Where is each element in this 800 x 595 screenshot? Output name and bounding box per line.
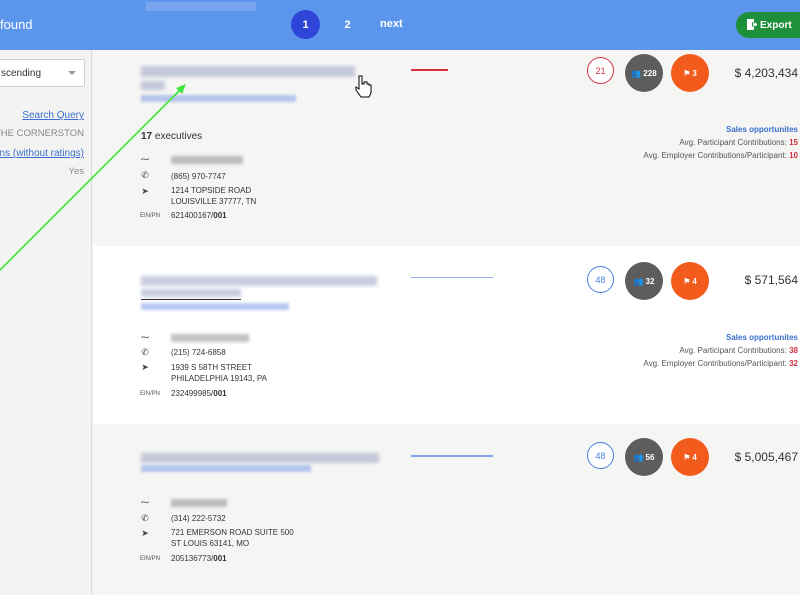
contact-name-redacted: [171, 156, 243, 164]
avg-participant-contributions: Avg. Participant Contributions: 38: [679, 346, 798, 355]
rating-bar: [411, 69, 448, 71]
results-found-label: found: [0, 17, 33, 32]
export-label: Export: [760, 19, 792, 31]
ein-value: 621400167/001: [171, 211, 227, 220]
contact-name-redacted: [171, 499, 227, 507]
avg-participant-contributions: Avg. Participant Contributions: 15: [679, 138, 798, 147]
sales-opportunities-title: Sales opportunites: [725, 125, 798, 134]
participants-badge[interactable]: 👥 32: [625, 262, 663, 300]
phone-number: (314) 222-5732: [171, 514, 226, 523]
company-card: ⁓ ✆ (215) 724-6858 ➤ 1939 S 58TH STREET …: [93, 246, 800, 424]
address-line-2: ST LOUIS 63141, MO: [171, 539, 250, 548]
company-name-redacted[interactable]: [141, 81, 165, 90]
plans-without-ratings-value: Yes: [68, 166, 85, 177]
flags-badge[interactable]: ⚑ 4: [671, 262, 709, 300]
sort-order-value: scending: [1, 68, 42, 79]
address-line-2: LOUISVILLE 37777, TN: [171, 197, 257, 206]
company-card: 17 executives ⁓ ✆ (865) 970-7747 ➤ 1214 …: [93, 50, 800, 246]
company-name-redacted[interactable]: [141, 453, 379, 463]
flags-badge[interactable]: ⚑ 4: [671, 438, 709, 476]
sales-opportunities-title: Sales opportunites: [725, 333, 798, 342]
pulse-icon: ⁓: [140, 154, 150, 164]
results-header: found 1 2 next Export: [0, 0, 800, 50]
phone-icon: ✆: [141, 170, 149, 180]
plan-assets-amount: $ 571,564: [744, 273, 798, 287]
ein-label: EIN/PN: [140, 213, 161, 219]
search-query-value: THE CORNERSTON: [0, 128, 84, 139]
location-arrow-icon: ➤: [141, 362, 149, 372]
address-line-1: 1214 TOPSIDE ROAD: [171, 186, 252, 195]
address-line-1: 1939 S 58TH STREET: [171, 363, 252, 372]
avg-employer-contributions: Avg. Employer Contributions/Participant:…: [643, 359, 798, 368]
company-subtitle-redacted: [141, 465, 311, 472]
ein-value: 232499985/001: [171, 389, 227, 398]
rating-score[interactable]: 48: [587, 442, 614, 469]
participants-badge[interactable]: 👥 228: [625, 54, 663, 92]
export-button[interactable]: Export: [736, 12, 800, 38]
chevron-down-icon: [68, 71, 76, 75]
redacted-text: [146, 2, 256, 11]
ein-label: EIN/PN: [140, 391, 161, 397]
phone-icon: ✆: [141, 347, 149, 357]
ein-value: 205136773/001: [171, 554, 227, 563]
location-arrow-icon: ➤: [141, 528, 149, 538]
phone-number: (865) 970-7747: [171, 172, 226, 181]
executives-count[interactable]: 17 executives: [141, 131, 202, 142]
pulse-icon: ⁓: [140, 332, 150, 342]
flag-icon: ⚑: [683, 276, 691, 286]
flag-icon: ⚑: [683, 68, 691, 78]
contact-name-redacted: [171, 334, 249, 342]
location-arrow-icon: ➤: [141, 186, 149, 196]
flag-icon: ⚑: [683, 452, 691, 462]
rating-bar: [411, 277, 493, 278]
users-icon: 👥: [633, 452, 644, 462]
address-line-1: 721 EMERSON ROAD SUITE 500: [171, 528, 294, 537]
search-query-link[interactable]: Search Query: [22, 110, 84, 121]
avg-employer-contributions: Avg. Employer Contributions/Participant:…: [643, 151, 798, 160]
rating-score[interactable]: 21: [587, 57, 614, 84]
company-name-redacted[interactable]: [141, 66, 355, 77]
page-1-button[interactable]: 1: [291, 10, 320, 39]
participants-badge[interactable]: 👥 56: [625, 438, 663, 476]
rating-score[interactable]: 48: [587, 266, 614, 293]
users-icon: 👥: [631, 68, 642, 78]
address-line-2: PHILADELPHIA 19143, PA: [171, 374, 267, 383]
company-name-redacted[interactable]: [141, 289, 241, 297]
export-icon: [747, 19, 758, 30]
company-card: ⁓ ✆ (314) 222-5732 ➤ 721 EMERSON ROAD SU…: [93, 424, 800, 595]
plans-without-ratings-link[interactable]: lans (without ratings): [0, 148, 84, 159]
plan-assets-amount: $ 5,005,467: [734, 450, 798, 464]
sort-order-select[interactable]: scending: [0, 59, 85, 87]
phone-number: (215) 724-6858: [171, 348, 226, 357]
company-subtitle-redacted: [141, 303, 289, 310]
rating-bar: [411, 455, 493, 457]
company-subtitle-redacted: [141, 95, 296, 102]
phone-icon: ✆: [141, 513, 149, 523]
page-2-button[interactable]: 2: [333, 10, 362, 39]
users-icon: 👥: [633, 276, 644, 286]
title-underline: [141, 299, 241, 300]
plan-assets-amount: $ 4,203,434: [734, 66, 798, 80]
next-page-link[interactable]: next: [380, 18, 403, 30]
company-name-redacted[interactable]: [141, 276, 377, 286]
filter-sidebar: scending Search Query THE CORNERSTON lan…: [0, 50, 92, 595]
flags-badge[interactable]: ⚑ 3: [671, 54, 709, 92]
pulse-icon: ⁓: [140, 497, 150, 507]
ein-label: EIN/PN: [140, 556, 161, 562]
